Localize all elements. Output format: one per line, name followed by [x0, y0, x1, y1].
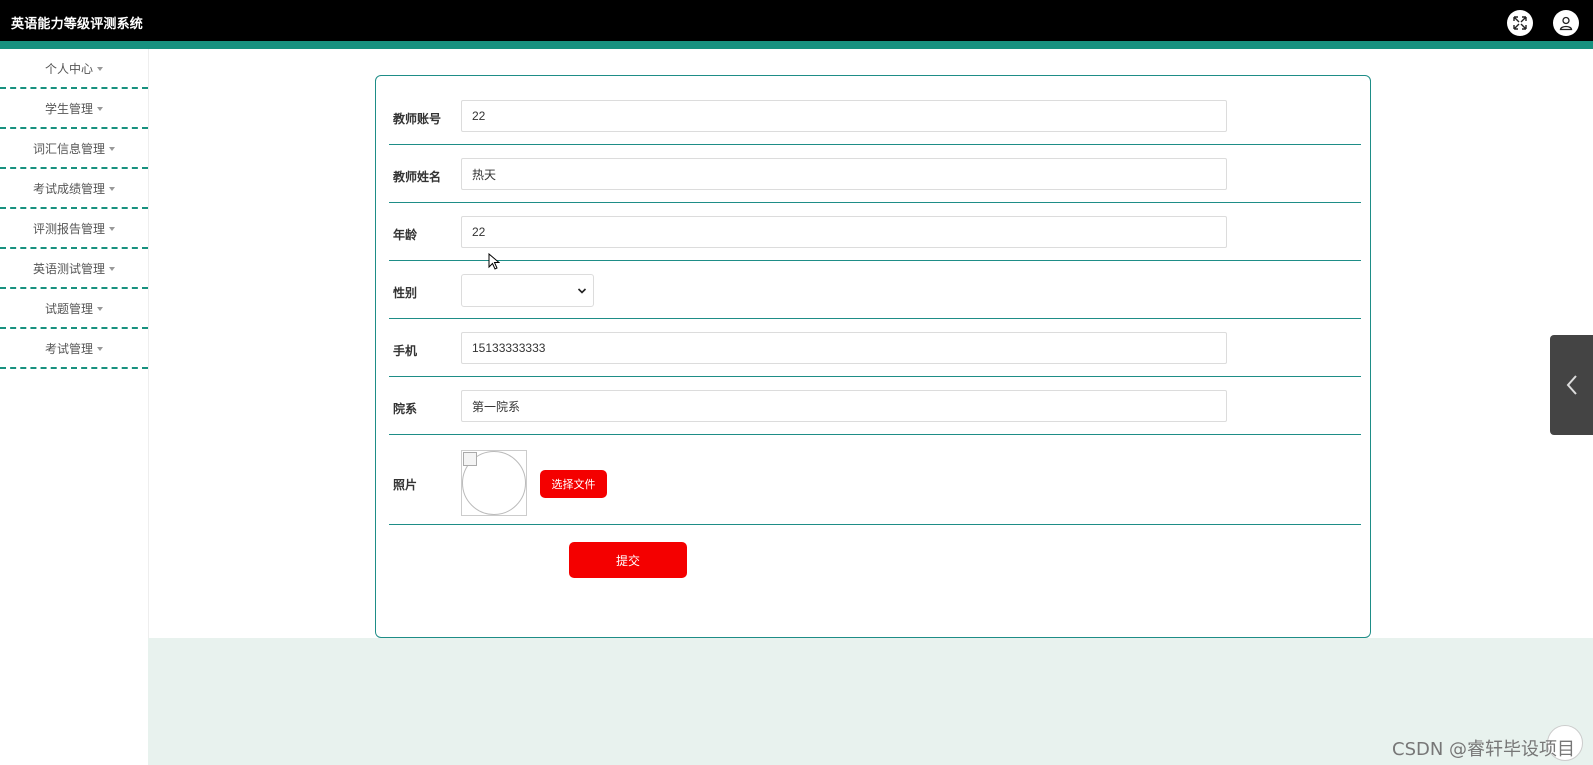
- form-row-photo: 照片 选择文件: [389, 434, 1361, 525]
- field-label: 教师姓名: [393, 170, 442, 184]
- caret-down-icon: [97, 306, 103, 311]
- submit-button[interactable]: 提交: [569, 542, 687, 578]
- teacher-account-input[interactable]: 22: [461, 100, 1227, 132]
- gender-select[interactable]: [461, 274, 594, 307]
- sidebar-item-label: 英语测试管理: [32, 261, 105, 276]
- top-bar: 英语能力等级评测系统: [0, 0, 1593, 41]
- sidebar-item-exam-scores[interactable]: 考试成绩管理: [0, 169, 148, 209]
- expand-icon: [1513, 16, 1527, 30]
- user-icon: [1559, 16, 1573, 31]
- sidebar-item-label: 评测报告管理: [32, 221, 105, 236]
- app-title: 英语能力等级评测系统: [11, 16, 144, 31]
- sidebar-item-vocabulary[interactable]: 词汇信息管理: [0, 129, 148, 169]
- field-label: 年龄: [393, 228, 418, 242]
- watermark: CSDN @睿轩毕设项目: [1392, 739, 1576, 760]
- department-input[interactable]: 第一院系: [461, 390, 1227, 422]
- header-accent-strip: [0, 41, 1593, 49]
- form-row-department: 院系 第一院系: [389, 390, 1361, 435]
- caret-down-icon: [97, 106, 103, 111]
- sidebar-item-exams[interactable]: 考试管理: [0, 329, 148, 369]
- sidebar-item-label: 个人中心: [44, 61, 93, 76]
- collapse-panel-button[interactable]: [1550, 335, 1593, 435]
- form-row-phone: 手机 15133333333: [389, 332, 1361, 377]
- caret-down-icon: [109, 146, 115, 151]
- teacher-form-card: 教师账号 22 教师姓名 热天 年龄 22 性别 手机 15133333333 …: [375, 75, 1371, 638]
- photo-preview: [461, 450, 527, 516]
- caret-down-icon: [109, 226, 115, 231]
- user-button[interactable]: [1553, 10, 1579, 36]
- sidebar-item-students[interactable]: 学生管理: [0, 89, 148, 129]
- caret-down-icon: [109, 186, 115, 191]
- bottom-panel: [148, 638, 1593, 765]
- sidebar-item-label: 考试成绩管理: [32, 181, 105, 196]
- chevron-left-icon: [1566, 375, 1577, 395]
- form-row-teacher-account: 教师账号 22: [389, 100, 1361, 145]
- caret-down-icon: [97, 66, 103, 71]
- phone-input[interactable]: 15133333333: [461, 332, 1227, 364]
- teacher-name-input[interactable]: 热天: [461, 158, 1227, 190]
- caret-down-icon: [109, 266, 115, 271]
- sidebar-item-label: 学生管理: [44, 101, 93, 116]
- field-label: 照片: [393, 478, 418, 492]
- caret-down-icon: [97, 346, 103, 351]
- sidebar-item-label: 试题管理: [44, 301, 93, 316]
- sidebar-item-questions[interactable]: 试题管理: [0, 289, 148, 329]
- mouse-cursor-icon: [488, 253, 500, 270]
- form-row-gender: 性别: [389, 274, 1361, 319]
- chevron-down-icon: [577, 288, 587, 294]
- form-row-age: 年龄 22: [389, 216, 1361, 261]
- field-label: 性别: [393, 286, 418, 300]
- sidebar-item-label: 词汇信息管理: [32, 141, 105, 156]
- sidebar-item-english-tests[interactable]: 英语测试管理: [0, 249, 148, 289]
- sidebar: 个人中心 学生管理 词汇信息管理 考试成绩管理 评测报告管理 英语测试管理 试题…: [0, 49, 149, 765]
- sidebar-item-reports[interactable]: 评测报告管理: [0, 209, 148, 249]
- choose-file-button[interactable]: 选择文件: [540, 470, 607, 498]
- field-label: 教师账号: [393, 112, 442, 126]
- fullscreen-button[interactable]: [1507, 10, 1533, 36]
- sidebar-item-label: 考试管理: [44, 341, 93, 356]
- form-row-teacher-name: 教师姓名 热天: [389, 158, 1361, 203]
- broken-image-icon: [463, 452, 477, 466]
- field-label: 手机: [393, 344, 418, 358]
- sidebar-item-personal-center[interactable]: 个人中心: [0, 49, 148, 89]
- field-label: 院系: [393, 402, 418, 416]
- age-input[interactable]: 22: [461, 216, 1227, 248]
